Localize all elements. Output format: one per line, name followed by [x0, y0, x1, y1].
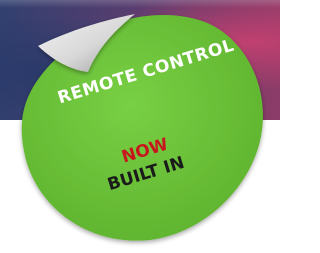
promo-graphic: REMOTE CONTROL NOW BUILT IN [0, 0, 280, 253]
